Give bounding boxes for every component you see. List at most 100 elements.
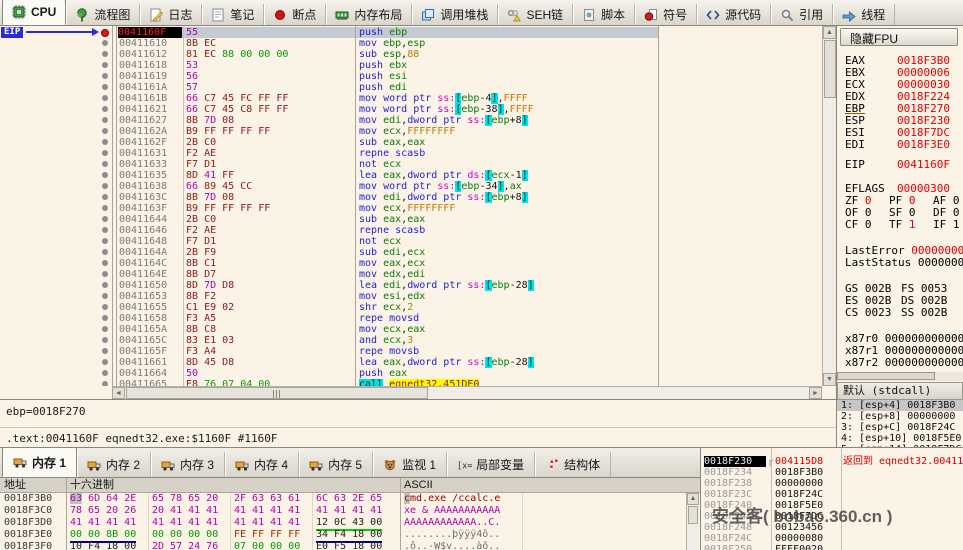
row-dot-icon[interactable] [102, 106, 108, 112]
register-row[interactable]: EIP0041160F [845, 159, 963, 171]
scrollbar-thumb[interactable] [126, 387, 428, 399]
top-tab-call-stack[interactable]: 调用堆栈 [412, 4, 498, 25]
flag-value[interactable]: 0 [865, 218, 872, 231]
registers-panel[interactable]: 隐藏FPU EAX0018F3B0EBX00000006ECX00000030E… [836, 26, 963, 455]
flags-row[interactable]: CF 0TF 1IF 1 [845, 219, 963, 231]
top-tab-cpu[interactable]: CPU [2, 0, 66, 25]
row-dot-icon[interactable] [102, 128, 108, 134]
flag-value[interactable]: 1 [909, 218, 916, 231]
scrollbar-thumb[interactable] [837, 372, 935, 380]
disasm-row[interactable]: 004116108B ECmov ebp,esp [0, 38, 822, 49]
row-dot-icon[interactable] [102, 40, 108, 46]
row-dot-icon[interactable] [102, 293, 108, 299]
stack-row[interactable]: 0018F2340018F3B0 [701, 467, 963, 478]
row-dot-icon[interactable] [102, 216, 108, 222]
disasm-row[interactable]: 00411631F2 AErepne scasb [0, 148, 822, 159]
top-tab-seh[interactable]: SEH链 [498, 4, 573, 25]
dump-row[interactable]: 0018F3F010 F4 18 002D 57 24 7607 00 00 0… [0, 541, 700, 550]
disasm-row[interactable]: 0041162166 C7 45 C8 FF FFmov word ptr ss… [0, 104, 822, 115]
disasm-row[interactable]: EIP0041160F55push ebp [0, 27, 822, 38]
disasm-row[interactable]: 004116618D 45 D8lea eax,dword ptr ss:[eb… [0, 357, 822, 368]
disasm-row[interactable]: 0041162F2B C0sub eax,eax [0, 137, 822, 148]
top-tab-script[interactable]: 脚本 [573, 4, 635, 25]
disasm-row[interactable]: 00411658F3 A5repe movsd [0, 313, 822, 324]
disasm-row[interactable]: 0041164A2B F9sub edi,ecx [0, 247, 822, 258]
top-tab-references[interactable]: 引用 [771, 4, 833, 25]
bottom-tab-dump4[interactable]: 内存 4 [225, 452, 299, 477]
bottom-tab-struct[interactable]: 结构体 [535, 452, 611, 477]
row-dot-icon[interactable] [102, 282, 108, 288]
row-dot-icon[interactable] [102, 62, 108, 68]
flag-value[interactable]: 1 [953, 218, 960, 231]
row-dot-icon[interactable] [102, 51, 108, 57]
disasm-row[interactable]: 00411646F2 AErepne scasb [0, 225, 822, 236]
disasm-row[interactable]: 0041161853push ebx [0, 60, 822, 71]
argument-row[interactable]: 1: [esp+4] 0018F3B0 [837, 400, 963, 411]
disasm-vertical-scrollbar[interactable]: ▲ ▼ [822, 26, 836, 386]
row-dot-icon[interactable] [102, 359, 108, 365]
argument-row[interactable]: 2: [esp+8] 00000000 [837, 411, 963, 422]
disasm-row[interactable]: 004116538B F2mov esi,edx [0, 291, 822, 302]
row-dot-icon[interactable] [102, 315, 108, 321]
row-dot-icon[interactable] [102, 95, 108, 101]
disasm-row[interactable]: 0041161956push esi [0, 71, 822, 82]
row-dot-icon[interactable] [102, 84, 108, 90]
stack-row[interactable]: 0018F250FFFF0020 [701, 544, 963, 550]
register-value[interactable]: 0041160F [897, 158, 950, 171]
memory-dump-rows[interactable]: 0018F3B063 6D 64 2E65 78 65 202F 63 63 6… [0, 493, 700, 550]
breakpoint-dot-icon[interactable] [101, 29, 109, 37]
dump-row[interactable]: 0018F3D041 41 41 4141 41 41 4141 41 41 4… [0, 517, 700, 529]
scroll-up-arrow-icon[interactable]: ▲ [823, 26, 836, 39]
disasm-row[interactable]: 0041162AB9 FF FF FF FFmov ecx,FFFFFFFF [0, 126, 822, 137]
disasm-row[interactable]: 0041165FF3 A4repe movsb [0, 346, 822, 357]
disasm-row[interactable]: 004116358D 41 FFlea eax,dword ptr ds:[ec… [0, 170, 822, 181]
stack-row[interactable]: 0018F24C00000080 [701, 533, 963, 544]
top-tab-breakpoints[interactable]: 断点 [264, 4, 326, 25]
disasm-row[interactable]: 0041166450push eax [0, 368, 822, 379]
dump-row[interactable]: 0018F3C078 65 20 2620 41 41 4141 41 41 4… [0, 505, 700, 517]
scrollbar-thumb[interactable] [688, 506, 698, 524]
stack-panel[interactable]: 0018F230┌004115D8返回到 eqnedt32.004115D800… [700, 447, 963, 550]
segment-row[interactable]: CS 0023SS 002B [845, 307, 963, 319]
dump-row[interactable]: 0018F3E000 00 8B 0000 00 00 00FE FF FF F… [0, 529, 700, 541]
stack-row[interactable]: 0018F230┌004115D8返回到 eqnedt32.004115D8 [701, 456, 963, 467]
row-dot-icon[interactable] [102, 304, 108, 310]
registers-horizontal-scrollbar[interactable] [837, 372, 963, 381]
row-dot-icon[interactable] [102, 326, 108, 332]
bottom-tab-dump2[interactable]: 内存 2 [77, 452, 151, 477]
disasm-row[interactable]: 0041163866 89 45 CCmov word ptr ss:[ebp-… [0, 181, 822, 192]
row-dot-icon[interactable] [102, 227, 108, 233]
row-dot-icon[interactable] [102, 117, 108, 123]
top-tab-source[interactable]: 源代码 [697, 4, 771, 25]
row-dot-icon[interactable] [102, 370, 108, 376]
row-dot-icon[interactable] [102, 139, 108, 145]
top-tab-log[interactable]: 日志 [140, 4, 202, 25]
argument-row[interactable]: 3: [esp+C] 0018F24C [837, 422, 963, 433]
stack-row[interactable]: 0018F23800000000 [701, 478, 963, 489]
disasm-row[interactable]: 0041161A57push edi [0, 82, 822, 93]
row-dot-icon[interactable] [102, 150, 108, 156]
scroll-right-arrow-icon[interactable]: ► [809, 387, 822, 399]
row-dot-icon[interactable] [102, 249, 108, 255]
disasm-row[interactable]: 0041163FB9 FF FF FF FFmov ecx,FFFFFFFF [0, 203, 822, 214]
argument-row[interactable]: 4: [esp+10] 0018F5E0 [837, 433, 963, 444]
disasm-horizontal-scrollbar[interactable]: ◄ ► [112, 386, 822, 399]
register-value[interactable]: 0018F3E0 [897, 138, 950, 151]
hide-fpu-button[interactable]: 隐藏FPU [840, 28, 958, 46]
row-dot-icon[interactable] [102, 238, 108, 244]
row-dot-icon[interactable] [102, 183, 108, 189]
disasm-row[interactable]: 00411655C1 E9 02shr ecx,2 [0, 302, 822, 313]
top-tab-memory-map[interactable]: 内存布局 [326, 4, 412, 25]
bottom-tab-locals[interactable]: [x=]局部变量 [447, 452, 535, 477]
scrollbar-thumb[interactable] [824, 40, 836, 98]
x87-register-row[interactable]: x87r2 00000000000000000000 [845, 357, 963, 369]
bottom-tab-dump5[interactable]: 内存 5 [299, 452, 373, 477]
top-tab-threads[interactable]: 线程 [833, 4, 895, 25]
row-dot-icon[interactable] [102, 348, 108, 354]
disasm-row[interactable]: 0041165A8B C8mov ecx,eax [0, 324, 822, 335]
disasm-row[interactable]: 0041163C8B 7D 08mov edi,dword ptr ss:[eb… [0, 192, 822, 203]
row-dot-icon[interactable] [102, 271, 108, 277]
row-dot-icon[interactable] [102, 337, 108, 343]
row-dot-icon[interactable] [102, 161, 108, 167]
top-tab-symbols[interactable]: 符号 [635, 4, 697, 25]
